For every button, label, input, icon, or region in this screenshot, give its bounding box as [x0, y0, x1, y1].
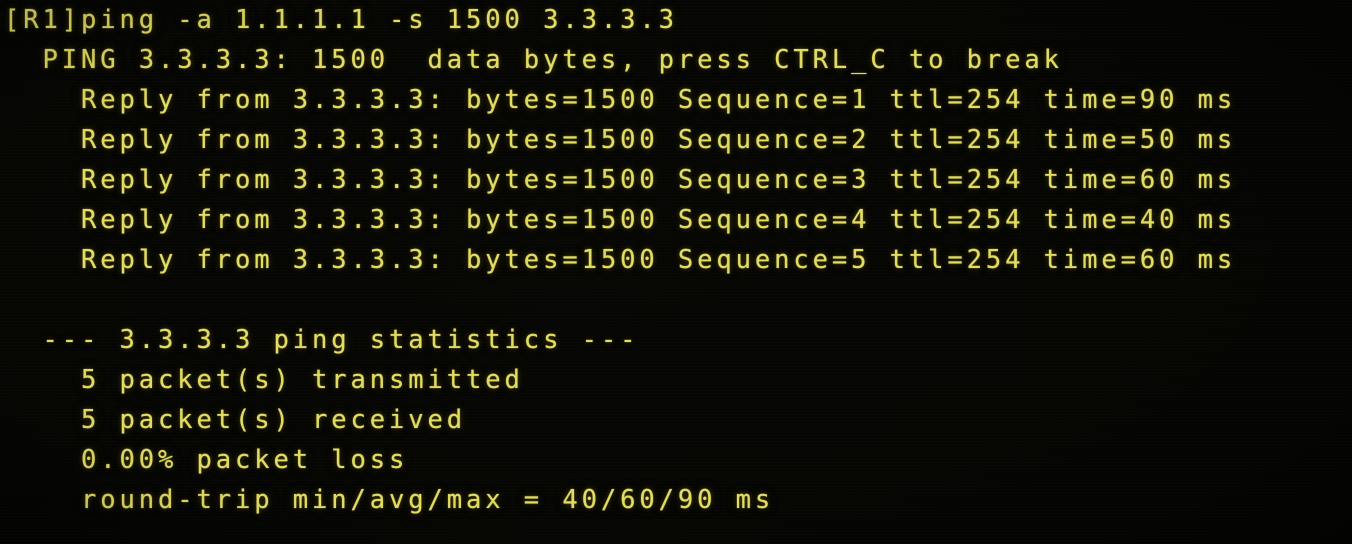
packets-received: 5 packet(s) received — [4, 405, 467, 435]
terminal-window[interactable]: [R1]ping -a 1.1.1.1 -s 1500 3.3.3.3 PING… — [0, 0, 1352, 544]
ping-reply-line-2: Reply from 3.3.3.3: bytes=1500 Sequence=… — [4, 125, 1237, 155]
statistics-header: --- 3.3.3.3 ping statistics --- — [4, 325, 640, 355]
command-line: [R1]ping -a 1.1.1.1 -s 1500 3.3.3.3 — [4, 5, 678, 35]
terminal-output: [R1]ping -a 1.1.1.1 -s 1500 3.3.3.3 PING… — [0, 0, 1352, 520]
round-trip-summary: round-trip min/avg/max = 40/60/90 ms — [4, 485, 775, 515]
packet-loss: 0.00% packet loss — [4, 445, 409, 475]
ping-reply-line-3: Reply from 3.3.3.3: bytes=1500 Sequence=… — [4, 165, 1237, 195]
ping-reply-line-1: Reply from 3.3.3.3: bytes=1500 Sequence=… — [4, 85, 1237, 115]
ping-reply-line-4: Reply from 3.3.3.3: bytes=1500 Sequence=… — [4, 205, 1237, 235]
ping-header-line: PING 3.3.3.3: 1500 data bytes, press CTR… — [4, 45, 1063, 75]
ping-reply-line-5: Reply from 3.3.3.3: bytes=1500 Sequence=… — [4, 245, 1237, 275]
packets-transmitted: 5 packet(s) transmitted — [4, 365, 524, 395]
